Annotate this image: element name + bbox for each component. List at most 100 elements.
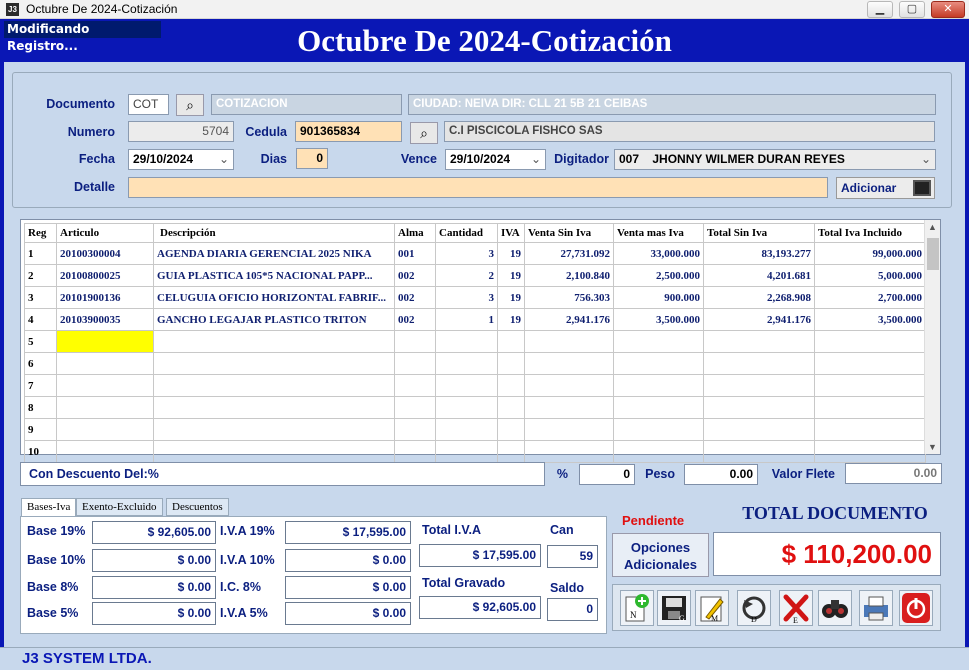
cell-reg[interactable]: 3 bbox=[24, 286, 57, 309]
cell-descripcion[interactable]: GANCHO LEGAJAR PLASTICO TRITON bbox=[153, 308, 395, 331]
cell-reg[interactable]: 1 bbox=[24, 242, 57, 265]
undo-button[interactable]: D bbox=[737, 590, 771, 626]
cell-articulo[interactable]: 20101900136 bbox=[56, 286, 154, 309]
cell-total-sin-iva[interactable]: 83,193.277 bbox=[703, 242, 815, 265]
cell-cantidad[interactable] bbox=[435, 352, 498, 375]
cell-alma[interactable] bbox=[394, 352, 436, 375]
maximize-button[interactable]: ▢ bbox=[899, 1, 925, 18]
cell-descripcion[interactable] bbox=[153, 330, 395, 353]
cell-iva[interactable] bbox=[497, 352, 525, 375]
col-iva[interactable]: IVA bbox=[497, 223, 525, 243]
cell-cantidad[interactable] bbox=[435, 440, 498, 463]
cell-venta-sin-iva[interactable]: 27,731.092 bbox=[524, 242, 614, 265]
scroll-down-icon[interactable]: ▼ bbox=[928, 442, 937, 452]
cell-cantidad[interactable] bbox=[435, 418, 498, 441]
cell-total-iva-incluido[interactable]: 99,000.000 bbox=[814, 242, 926, 265]
cell-descripcion[interactable] bbox=[153, 418, 395, 441]
cell-total-iva-incluido[interactable] bbox=[814, 396, 926, 419]
cell-articulo[interactable] bbox=[56, 440, 154, 463]
cell-total-sin-iva[interactable] bbox=[703, 418, 815, 441]
search-button[interactable] bbox=[818, 590, 852, 626]
cell-cantidad[interactable]: 3 bbox=[435, 242, 498, 265]
cell-total-sin-iva[interactable] bbox=[703, 440, 815, 463]
cell-descripcion[interactable] bbox=[153, 440, 395, 463]
cell-venta-mas-iva[interactable] bbox=[613, 352, 704, 375]
cell-reg[interactable]: 6 bbox=[24, 352, 57, 375]
table-row[interactable]: 4 20103900035 GANCHO LEGAJAR PLASTICO TRIT… bbox=[24, 308, 926, 331]
cell-iva[interactable]: 19 bbox=[497, 264, 525, 287]
cell-venta-mas-iva[interactable] bbox=[613, 374, 704, 397]
cell-cantidad[interactable]: 1 bbox=[435, 308, 498, 331]
cell-venta-mas-iva[interactable] bbox=[613, 418, 704, 441]
tab-exento-excluido[interactable]: Exento-Excluido bbox=[76, 498, 163, 516]
search-documento-button[interactable]: ⌕ bbox=[176, 94, 204, 116]
cedula-input[interactable]: 901365834 bbox=[295, 121, 402, 142]
cell-reg[interactable]: 4 bbox=[24, 308, 57, 331]
cell-venta-mas-iva[interactable]: 3,500.000 bbox=[613, 308, 704, 331]
cell-alma[interactable] bbox=[394, 330, 436, 353]
cell-reg[interactable]: 5 bbox=[24, 330, 57, 353]
cell-alma[interactable]: 002 bbox=[394, 308, 436, 331]
cell-venta-sin-iva[interactable] bbox=[524, 374, 614, 397]
col-venta-mas-iva[interactable]: Venta mas Iva bbox=[613, 223, 704, 243]
grid-scrollbar[interactable]: ▲ ▼ bbox=[924, 220, 940, 454]
cell-iva[interactable] bbox=[497, 330, 525, 353]
cell-total-sin-iva[interactable] bbox=[703, 352, 815, 375]
cell-venta-sin-iva[interactable]: 2,100.840 bbox=[524, 264, 614, 287]
cell-total-sin-iva[interactable] bbox=[703, 330, 815, 353]
cell-cantidad[interactable] bbox=[435, 374, 498, 397]
cell-cantidad[interactable]: 2 bbox=[435, 264, 498, 287]
cell-iva[interactable]: 19 bbox=[497, 308, 525, 331]
descuento-field[interactable]: Con Descuento Del:% bbox=[20, 462, 545, 486]
cell-reg[interactable]: 7 bbox=[24, 374, 57, 397]
cell-total-sin-iva[interactable] bbox=[703, 396, 815, 419]
cell-venta-mas-iva[interactable]: 2,500.000 bbox=[613, 264, 704, 287]
col-descripcion[interactable]: Descripción bbox=[153, 223, 395, 243]
adicionar-button[interactable]: Adicionar bbox=[836, 177, 935, 199]
cell-articulo[interactable] bbox=[56, 396, 154, 419]
cell-iva[interactable] bbox=[497, 440, 525, 463]
col-venta-sin-iva[interactable]: Venta Sin Iva bbox=[524, 223, 614, 243]
print-button[interactable] bbox=[859, 590, 893, 626]
cell-venta-mas-iva[interactable] bbox=[613, 396, 704, 419]
cell-reg[interactable]: 2 bbox=[24, 264, 57, 287]
cell-cantidad[interactable]: 3 bbox=[435, 286, 498, 309]
cell-alma[interactable]: 001 bbox=[394, 242, 436, 265]
cell-total-iva-incluido[interactable] bbox=[814, 374, 926, 397]
scroll-thumb[interactable] bbox=[927, 238, 939, 270]
cell-iva[interactable] bbox=[497, 418, 525, 441]
col-alma[interactable]: Alma bbox=[394, 223, 436, 243]
table-row[interactable]: 1 20100300004 AGENDA DIARIA GERENCIAL 2025… bbox=[24, 242, 926, 265]
save-button[interactable]: G bbox=[657, 590, 691, 626]
col-articulo[interactable]: Articulo bbox=[56, 223, 154, 243]
cell-descripcion[interactable] bbox=[153, 396, 395, 419]
close-button[interactable]: ✕ bbox=[931, 1, 965, 18]
cell-descripcion[interactable] bbox=[153, 374, 395, 397]
cell-total-iva-incluido[interactable]: 3,500.000 bbox=[814, 308, 926, 331]
cell-venta-sin-iva[interactable] bbox=[524, 330, 614, 353]
cell-venta-sin-iva[interactable] bbox=[524, 440, 614, 463]
cell-venta-sin-iva[interactable] bbox=[524, 418, 614, 441]
new-document-button[interactable]: N bbox=[620, 590, 654, 626]
flete-input[interactable]: 0.00 bbox=[845, 463, 942, 484]
cell-descripcion[interactable] bbox=[153, 352, 395, 375]
cell-articulo[interactable] bbox=[56, 330, 154, 353]
cell-alma[interactable] bbox=[394, 418, 436, 441]
cell-venta-mas-iva[interactable] bbox=[613, 440, 704, 463]
cell-total-sin-iva[interactable]: 2,268.908 bbox=[703, 286, 815, 309]
cell-venta-sin-iva[interactable]: 2,941.176 bbox=[524, 308, 614, 331]
col-reg[interactable]: Reg bbox=[24, 223, 57, 243]
cell-cantidad[interactable] bbox=[435, 396, 498, 419]
cell-reg[interactable]: 10 bbox=[24, 440, 57, 463]
cell-total-iva-incluido[interactable]: 2,700.000 bbox=[814, 286, 926, 309]
cell-articulo[interactable]: 20100300004 bbox=[56, 242, 154, 265]
cell-total-iva-incluido[interactable]: 5,000.000 bbox=[814, 264, 926, 287]
cell-alma[interactable] bbox=[394, 374, 436, 397]
opciones-adicionales-button[interactable]: Opciones Adicionales bbox=[612, 533, 709, 577]
cell-articulo[interactable]: 20103900035 bbox=[56, 308, 154, 331]
cell-reg[interactable]: 9 bbox=[24, 418, 57, 441]
cell-articulo[interactable] bbox=[56, 352, 154, 375]
cell-venta-mas-iva[interactable] bbox=[613, 330, 704, 353]
cell-iva[interactable]: 19 bbox=[497, 286, 525, 309]
cell-iva[interactable]: 19 bbox=[497, 242, 525, 265]
